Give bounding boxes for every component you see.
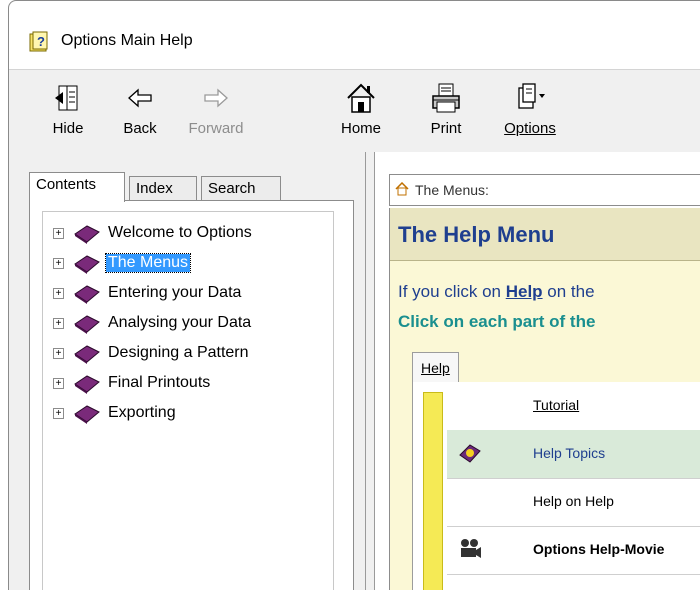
menu-tab-help[interactable]: Help xyxy=(412,352,459,382)
topic-pane: The Menus: The Help Menu If you click on… xyxy=(375,152,700,590)
forward-button[interactable]: Forward xyxy=(181,78,251,137)
window-frame: ? Options Main Help Hide Back Forward Ho… xyxy=(8,0,700,590)
home-icon xyxy=(395,182,409,196)
pane-splitter[interactable] xyxy=(366,152,375,590)
topic-content: The Help Menu If you click on Help on th… xyxy=(389,208,700,590)
tab-contents[interactable]: Contents xyxy=(29,172,125,202)
hide-button[interactable]: Hide xyxy=(43,78,93,137)
help-window: ? Options Main Help Hide Back Forward Ho… xyxy=(0,0,700,590)
book-icon xyxy=(74,255,100,274)
expand-icon[interactable]: + xyxy=(53,257,64,269)
tree-item[interactable]: + Final Printouts xyxy=(43,372,212,394)
menu-item-help-movie[interactable]: Options Help-Movie xyxy=(447,526,700,575)
home-button[interactable]: Home xyxy=(333,78,389,137)
expand-icon[interactable]: + xyxy=(53,287,64,299)
menu-item-help-on-help[interactable]: Help on Help xyxy=(447,478,700,527)
back-arrow-icon xyxy=(128,88,152,108)
tree-item-label: Analysing your Data xyxy=(108,314,252,331)
hide-icon xyxy=(55,85,78,111)
menu-gutter xyxy=(423,392,443,590)
tree-item-label: Welcome to Options xyxy=(108,224,252,241)
window-title: Options Main Help xyxy=(61,32,193,49)
menu-item-help-topics[interactable]: Help Topics xyxy=(447,430,700,479)
tree-item[interactable]: + The Menus xyxy=(43,252,192,274)
expand-icon[interactable]: + xyxy=(53,347,64,359)
forward-arrow-icon xyxy=(204,88,228,108)
tree-item-label-selected: The Menus xyxy=(104,253,192,273)
printer-icon xyxy=(432,83,460,113)
contents-tree-panel: + Welcome to Options + The Menus + Enter… xyxy=(29,200,354,590)
title-bar[interactable]: ? Options Main Help xyxy=(9,1,700,69)
expand-icon[interactable]: + xyxy=(53,317,64,329)
tree-item[interactable]: + Entering your Data xyxy=(43,282,243,304)
topic-heading: The Help Menu xyxy=(398,222,555,247)
help-link[interactable]: Help xyxy=(506,282,543,301)
expand-icon[interactable]: + xyxy=(53,407,64,419)
toolbar: Hide Back Forward Home Print Options xyxy=(9,69,700,153)
movie-camera-icon xyxy=(461,539,481,558)
tree-item-label: Exporting xyxy=(108,404,176,421)
heading-band: The Help Menu xyxy=(390,208,700,261)
instruction-text: Click on each part of the xyxy=(398,312,596,331)
tree-item[interactable]: + Welcome to Options xyxy=(43,222,254,244)
book-icon xyxy=(74,345,100,364)
book-icon xyxy=(74,315,100,334)
svg-text:?: ? xyxy=(37,34,45,49)
options-icon xyxy=(518,83,545,109)
help-book-icon xyxy=(459,444,481,463)
tree-item-label: Final Printouts xyxy=(108,374,211,391)
breadcrumb: The Menus: xyxy=(389,174,700,206)
tree-item-label: Designing a Pattern xyxy=(108,344,249,361)
book-icon xyxy=(74,285,100,304)
navigation-pane: Contents Index Search + Welcome to Optio… xyxy=(9,152,366,590)
expand-icon[interactable]: + xyxy=(53,377,64,389)
tree-item-label: Entering your Data xyxy=(108,284,242,301)
tab-search[interactable]: Search xyxy=(201,176,281,200)
menu-item-tutorial[interactable]: Tutorial xyxy=(447,382,700,431)
home-icon xyxy=(347,83,375,113)
tree-item[interactable]: + Designing a Pattern xyxy=(43,342,251,364)
help-menu-diagram: Tutorial Help Topics Help on Help Option… xyxy=(412,382,700,590)
book-icon xyxy=(74,405,100,424)
tree-item[interactable]: + Analysing your Data xyxy=(43,312,253,334)
help-book-icon: ? xyxy=(29,31,48,52)
tab-index[interactable]: Index xyxy=(129,176,197,200)
options-menu-button[interactable]: Options xyxy=(495,78,565,137)
book-icon xyxy=(74,375,100,394)
print-button[interactable]: Print xyxy=(421,78,471,137)
menu-tab-row: Help xyxy=(412,346,700,383)
breadcrumb-text: The Menus: xyxy=(415,182,489,198)
contents-tree[interactable]: + Welcome to Options + The Menus + Enter… xyxy=(42,211,334,590)
intro-text: If you click on Help on the xyxy=(398,282,595,301)
tree-item[interactable]: + Exporting xyxy=(43,402,178,424)
back-button[interactable]: Back xyxy=(115,78,165,137)
expand-icon[interactable]: + xyxy=(53,227,64,239)
book-icon xyxy=(74,225,100,244)
